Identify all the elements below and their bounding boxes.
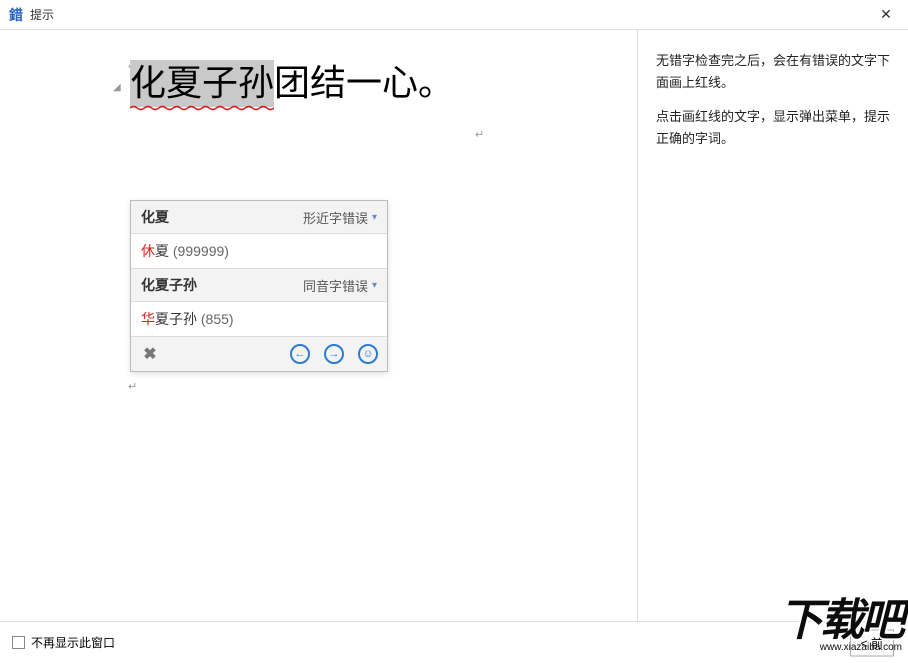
checkbox-label: 不再显示此窗口 (31, 634, 115, 651)
popup-error-word: 化夏 (141, 207, 169, 227)
app-icon: 錯 (8, 7, 24, 23)
popup-toolbar: ✖ ← → ☺ (131, 337, 387, 371)
document-pane: ↵ ◢ 化夏子孙 团结一心。 ↵ ↵ 化夏 形近字错误 (0, 30, 638, 621)
popup-suggestion[interactable]: 华夏子孙 (855) (131, 302, 387, 337)
popup-error-type[interactable]: 同音字错误 ▾ (303, 276, 377, 295)
close-icon: ✕ (880, 6, 892, 23)
previous-button[interactable]: < 前 (850, 629, 894, 656)
checkbox-icon (12, 636, 25, 649)
popup-header-1[interactable]: 化夏 形近字错误 ▾ (131, 201, 387, 234)
dont-show-checkbox[interactable]: 不再显示此窗口 (12, 634, 115, 651)
document-text[interactable]: 化夏子孙 团结一心。 (0, 60, 637, 107)
popup-suggestion[interactable]: 休夏 (999999) (131, 234, 387, 269)
help-text-1: 无错字检查完之后，会在有错误的文字下面画上红线。 (656, 50, 890, 94)
feedback-button[interactable]: ☺ (357, 343, 379, 365)
next-button[interactable]: → (323, 343, 345, 365)
paragraph-mark-icon: ↵ (475, 128, 484, 141)
sentence-rest: 团结一心。 (274, 63, 454, 103)
wavy-underline-icon (130, 105, 274, 111)
help-text-2: 点击画红线的文字，显示弹出菜单，提示正确的字词。 (656, 106, 890, 150)
popup-close-button[interactable]: ✖ (139, 343, 161, 365)
chevron-down-icon: ▾ (372, 280, 377, 291)
titlebar: 錯 提示 ✕ (0, 0, 908, 30)
arrow-left-icon: ← (290, 344, 310, 364)
paragraph-mark-icon: ↵ (128, 380, 137, 393)
suggestion-correction: 休 (141, 243, 155, 259)
suggestion-rest: 夏子孙 (155, 311, 197, 327)
smile-icon: ☺ (358, 344, 378, 364)
popup-header-2[interactable]: 化夏子孙 同音字错误 ▾ (131, 269, 387, 302)
arrow-right-icon: → (324, 344, 344, 364)
prev-button[interactable]: ← (289, 343, 311, 365)
footer: 不再显示此窗口 < 前 (0, 621, 908, 663)
window-title: 提示 (30, 6, 54, 23)
suggestion-correction: 华 (141, 311, 155, 327)
x-icon: ✖ (143, 344, 156, 364)
highlighted-text: 化夏子孙 (130, 63, 274, 103)
suggestion-rest: 夏 (155, 243, 169, 259)
popup-error-word: 化夏子孙 (141, 275, 197, 295)
suggestion-frequency: (855) (201, 311, 234, 327)
help-panel: 无错字检查完之后，会在有错误的文字下面画上红线。 点击画红线的文字，显示弹出菜单… (638, 30, 908, 621)
error-highlight[interactable]: 化夏子孙 (130, 60, 274, 107)
popup-error-type[interactable]: 形近字错误 ▾ (303, 208, 377, 227)
suggestion-frequency: (999999) (173, 243, 229, 259)
content-area: ↵ ◢ 化夏子孙 团结一心。 ↵ ↵ 化夏 形近字错误 (0, 30, 908, 621)
close-button[interactable]: ✕ (872, 4, 900, 26)
correction-popup: 化夏 形近字错误 ▾ 休夏 (999999) 化夏子孙 同音字错误 ▾ 华夏子孙… (130, 200, 388, 372)
chevron-down-icon: ▾ (372, 212, 377, 223)
